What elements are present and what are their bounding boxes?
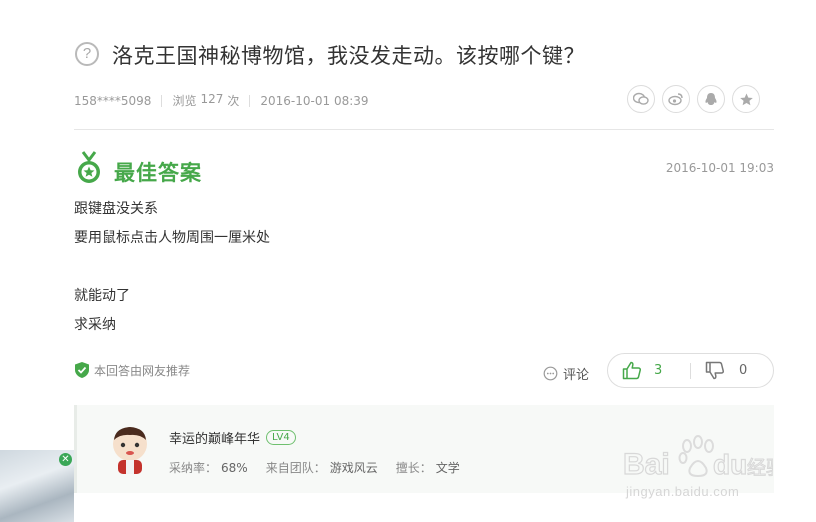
asker-name[interactable]: 158****5098 — [74, 94, 151, 108]
question-meta: 158****5098 浏览 127 次 2016-10-01 08:39 — [74, 92, 369, 109]
answer-time: 2016-10-01 19:03 — [665, 161, 774, 175]
qq-icon — [705, 92, 717, 105]
weibo-icon — [668, 93, 683, 106]
recommend-text: 本回答由网友推荐 — [94, 363, 191, 378]
question-circle-icon: ? — [75, 42, 99, 66]
share-bar — [627, 85, 760, 113]
views-number: 127 — [200, 92, 224, 106]
upvote-button[interactable]: 3 — [608, 361, 690, 380]
view-count: 浏览 127 次 — [172, 92, 239, 109]
adopt-rate: 采纳率： 68% — [169, 459, 248, 476]
baidu-jingyan-watermark-logo: Bai du 经验 — [623, 435, 773, 482]
answerer-stats: 采纳率： 68% 来自团队： 游戏风云 擅长： 文学 — [169, 459, 460, 476]
answerer-name[interactable]: 幸运的巅峰年华 — [169, 428, 260, 447]
adopt-rate-label: 采纳率： — [169, 461, 218, 475]
answer-line: 就能动了 — [74, 288, 130, 304]
weibo-share-button[interactable] — [662, 85, 690, 113]
team-link[interactable]: 游戏风云 — [330, 461, 378, 475]
favorite-star-icon — [739, 93, 753, 105]
answer-line: 要用鼠标点击人物周围一厘米处 — [74, 230, 270, 246]
favorite-button[interactable] — [732, 85, 760, 113]
answer-line: 求采纳 — [74, 317, 116, 333]
expertise: 擅长： 文学 — [396, 459, 460, 476]
avatar[interactable] — [107, 424, 153, 476]
wechat-share-button[interactable] — [627, 85, 655, 113]
question-title: 洛克王国神秘博物馆，我没发走动。该按哪个键？ — [112, 44, 585, 68]
expertise-label: 擅长： — [395, 461, 432, 475]
meta-divider — [249, 94, 251, 107]
svg-text:经验: 经验 — [747, 457, 773, 479]
views-label: 浏览 — [172, 94, 197, 108]
vote-box: 3 0 — [607, 353, 774, 388]
answer-line: 跟键盘没关系 — [74, 201, 158, 217]
best-answer-label: 最佳答案 — [114, 161, 202, 185]
downvote-button[interactable]: 0 — [691, 361, 747, 380]
answerer-name-row: 幸运的巅峰年华 LV4 — [169, 428, 296, 447]
comment-bubble-icon — [543, 366, 558, 381]
recommend-note: 本回答由网友推荐 — [74, 361, 190, 379]
expertise-value: 文学 — [435, 461, 460, 475]
level-badge: LV4 — [266, 430, 296, 445]
qq-share-button[interactable] — [697, 85, 725, 113]
svg-text:Bai: Bai — [623, 448, 670, 481]
comment-button[interactable]: 评论 — [543, 364, 589, 383]
upvote-count: 3 — [654, 363, 663, 378]
adopt-rate-value: 68% — [221, 461, 248, 475]
medal-icon — [78, 151, 100, 183]
svg-text:du: du — [713, 449, 747, 480]
team: 来自团队： 游戏风云 — [266, 459, 378, 476]
downvote-count: 0 — [739, 363, 748, 378]
team-label: 来自团队： — [265, 461, 326, 475]
header-divider — [74, 129, 774, 130]
views-unit: 次 — [227, 94, 240, 108]
thumbs-up-icon — [622, 361, 642, 380]
close-icon[interactable]: ✕ — [59, 453, 72, 466]
thumbs-down-icon — [705, 361, 725, 380]
meta-divider — [161, 94, 163, 107]
shield-check-icon — [75, 362, 89, 378]
answer-line — [74, 256, 270, 285]
comment-label: 评论 — [563, 368, 590, 383]
watermark-url: jingyan.baidu.com — [626, 484, 740, 499]
floating-ad-thumbnail[interactable]: ✕ — [0, 450, 74, 522]
wechat-icon — [633, 92, 649, 105]
answer-body: 跟键盘没关系 要用鼠标点击人物周围一厘米处 就能动了 求采纳 — [74, 198, 270, 343]
question-time: 2016-10-01 08:39 — [260, 93, 369, 108]
